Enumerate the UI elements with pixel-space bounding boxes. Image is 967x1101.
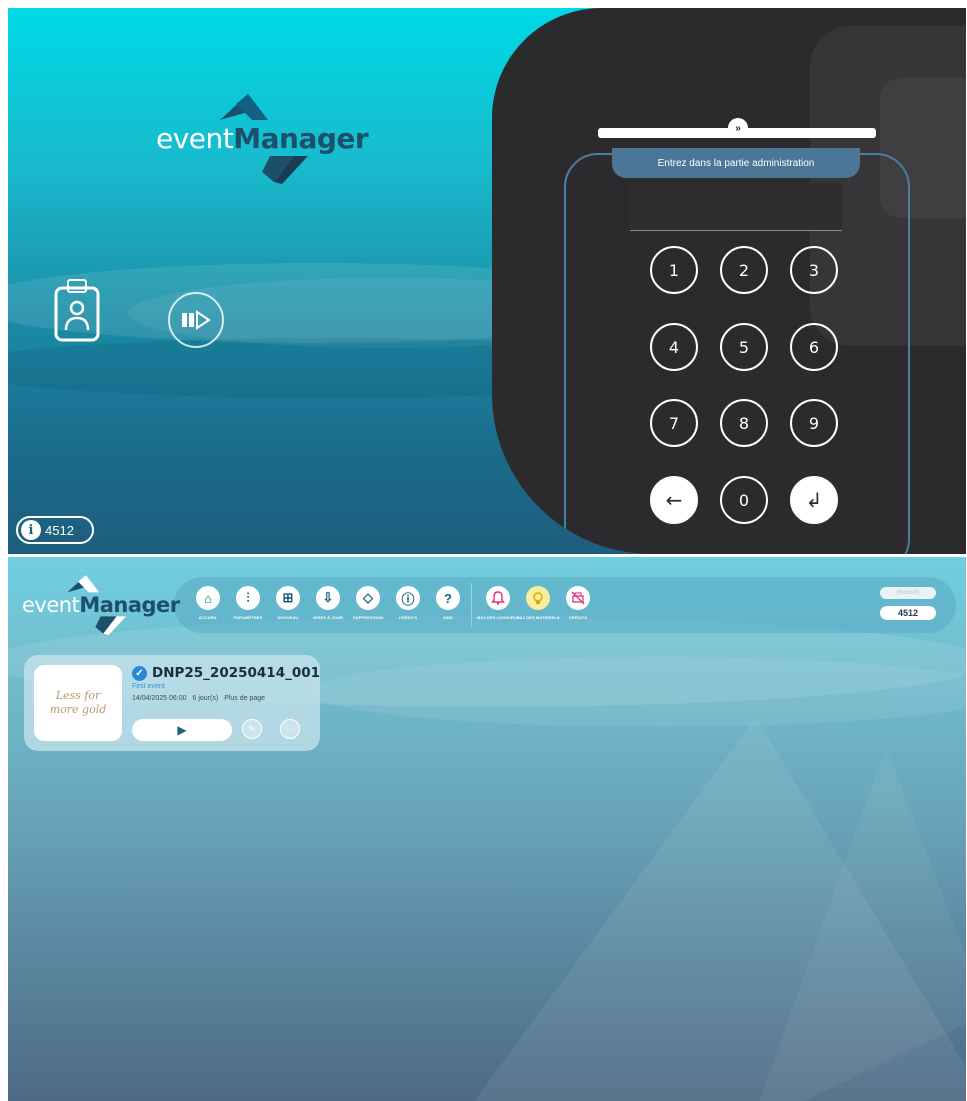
- no-print-icon: [566, 586, 590, 610]
- key-7[interactable]: 7: [650, 399, 698, 447]
- plus-square-icon: ⊞: [276, 586, 300, 610]
- pencil-icon: ✎: [248, 723, 256, 734]
- key-5[interactable]: 5: [720, 323, 768, 371]
- toolbar-new[interactable]: ⊞ NOUVEAU: [270, 586, 306, 620]
- admin-title: Entrez dans la partie administration: [612, 148, 860, 178]
- key-2[interactable]: 2: [720, 246, 768, 294]
- user-name-badge[interactable]: (blurred): [880, 587, 936, 599]
- toolbar-updates[interactable]: ⇩ MISES À JOUR: [310, 586, 346, 620]
- lightbulb-icon: [526, 586, 550, 610]
- event-card[interactable]: Less for more gold ✓ DNP25_20250414_001 …: [24, 655, 320, 751]
- toolbar-credits[interactable]: ⓘ CRÉDITS: [390, 586, 426, 620]
- info-code: 4512: [45, 522, 74, 538]
- backspace-key[interactable]: ←: [650, 476, 698, 524]
- download-tray-icon: ⇩: [316, 586, 340, 610]
- key-3[interactable]: 3: [790, 246, 838, 294]
- dashboard-screen: eventManager ⌂ ACCUEIL ⫶ PARAMÈTRES ⊞ NO…: [8, 557, 966, 1101]
- event-layout: Plus de page: [224, 695, 266, 702]
- check-circle-icon: ✓: [132, 665, 147, 681]
- toolbar-label: CRÉDITS: [568, 615, 588, 620]
- employee-badge-icon[interactable]: [54, 278, 100, 342]
- pin-input[interactable]: [630, 183, 842, 231]
- key-4[interactable]: 4: [650, 323, 698, 371]
- key-9[interactable]: 9: [790, 399, 838, 447]
- info-icon: i: [21, 520, 41, 540]
- event-thumbnail: Less for more gold: [34, 665, 122, 741]
- app-logo: eventManager: [156, 94, 369, 184]
- enter-key[interactable]: ↲: [790, 476, 838, 524]
- play-sequence-icon: [182, 310, 211, 330]
- eraser-icon: ◇: [356, 586, 380, 610]
- event-title-row: ✓ DNP25_20250414_001: [132, 665, 320, 681]
- play-sequence-button[interactable]: [168, 292, 224, 348]
- event-subtitle: First event: [132, 683, 165, 690]
- event-name: DNP25_20250414_001: [152, 665, 321, 681]
- main-toolbar: ⌂ ACCUEIL ⫶ PARAMÈTRES ⊞ NOUVEAU ⇩ MISES…: [174, 577, 956, 633]
- toolbar-label: PARAMÈTRES: [233, 615, 263, 620]
- toolbar-hardware-updates[interactable]: MÀJ DES MATÉRIELS: [516, 586, 560, 620]
- info-badge[interactable]: i 4512: [16, 516, 94, 544]
- key-1[interactable]: 1: [650, 246, 698, 294]
- key-6[interactable]: 6: [790, 323, 838, 371]
- toolbar-delete[interactable]: ◇ SUPPRESSION: [350, 586, 386, 620]
- more-dots-icon: ···: [285, 724, 295, 734]
- login-screen: eventManager i 4512 » Entrez dans la par…: [8, 8, 966, 554]
- toolbar-label: MÀJ DES LOGICIELS: [476, 615, 520, 620]
- bell-icon: [486, 586, 510, 610]
- app-logo-text: eventManager: [156, 122, 369, 155]
- home-icon: ⌂: [196, 586, 220, 610]
- app-logo: eventManager: [22, 575, 180, 635]
- toolbar-home[interactable]: ⌂ ACCUEIL: [190, 586, 226, 620]
- terminal-code-badge: 4512: [880, 606, 936, 620]
- toolbar-settings[interactable]: ⫶ PARAMÈTRES: [230, 586, 266, 620]
- toolbar-label: CRÉDITS: [398, 615, 418, 620]
- help-icon: ?: [436, 586, 460, 610]
- key-0[interactable]: 0: [720, 476, 768, 524]
- admin-panel: » Entrez dans la partie administration 1…: [492, 8, 966, 554]
- toolbar-label: SUPPRESSION: [353, 615, 383, 620]
- sliders-icon: ⫶: [236, 586, 260, 610]
- info-icon: ⓘ: [396, 586, 420, 610]
- toolbar-software-updates[interactable]: MÀJ DES LOGICIELS: [476, 586, 520, 620]
- event-duration: 6 jour(s): [192, 695, 219, 702]
- background-wave: [308, 657, 966, 727]
- event-edit-button[interactable]: ✎: [242, 719, 262, 739]
- double-chevron-down-icon[interactable]: »: [728, 118, 748, 138]
- play-icon: ▶: [177, 723, 187, 737]
- toolbar-print-credits[interactable]: CRÉDITS: [560, 586, 596, 620]
- toolbar-label: AIDE: [443, 615, 453, 620]
- toolbar-label: NOUVEAU: [277, 615, 299, 620]
- app-logo-text: eventManager: [22, 593, 180, 617]
- event-date: 14/04/2025 06:00: [132, 695, 187, 702]
- toolbar-label: MÀJ DES MATÉRIELS: [516, 615, 560, 620]
- toolbar-label: ACCUEIL: [198, 615, 218, 620]
- toolbar-label: MISES À JOUR: [313, 615, 343, 620]
- key-8[interactable]: 8: [720, 399, 768, 447]
- event-more-button[interactable]: ···: [280, 719, 300, 739]
- event-play-button[interactable]: ▶: [132, 719, 232, 741]
- event-meta: 14/04/2025 06:00 6 jour(s) Plus de page: [132, 695, 265, 702]
- toolbar-help[interactable]: ? AIDE: [430, 586, 466, 620]
- toolbar-divider: [471, 583, 472, 627]
